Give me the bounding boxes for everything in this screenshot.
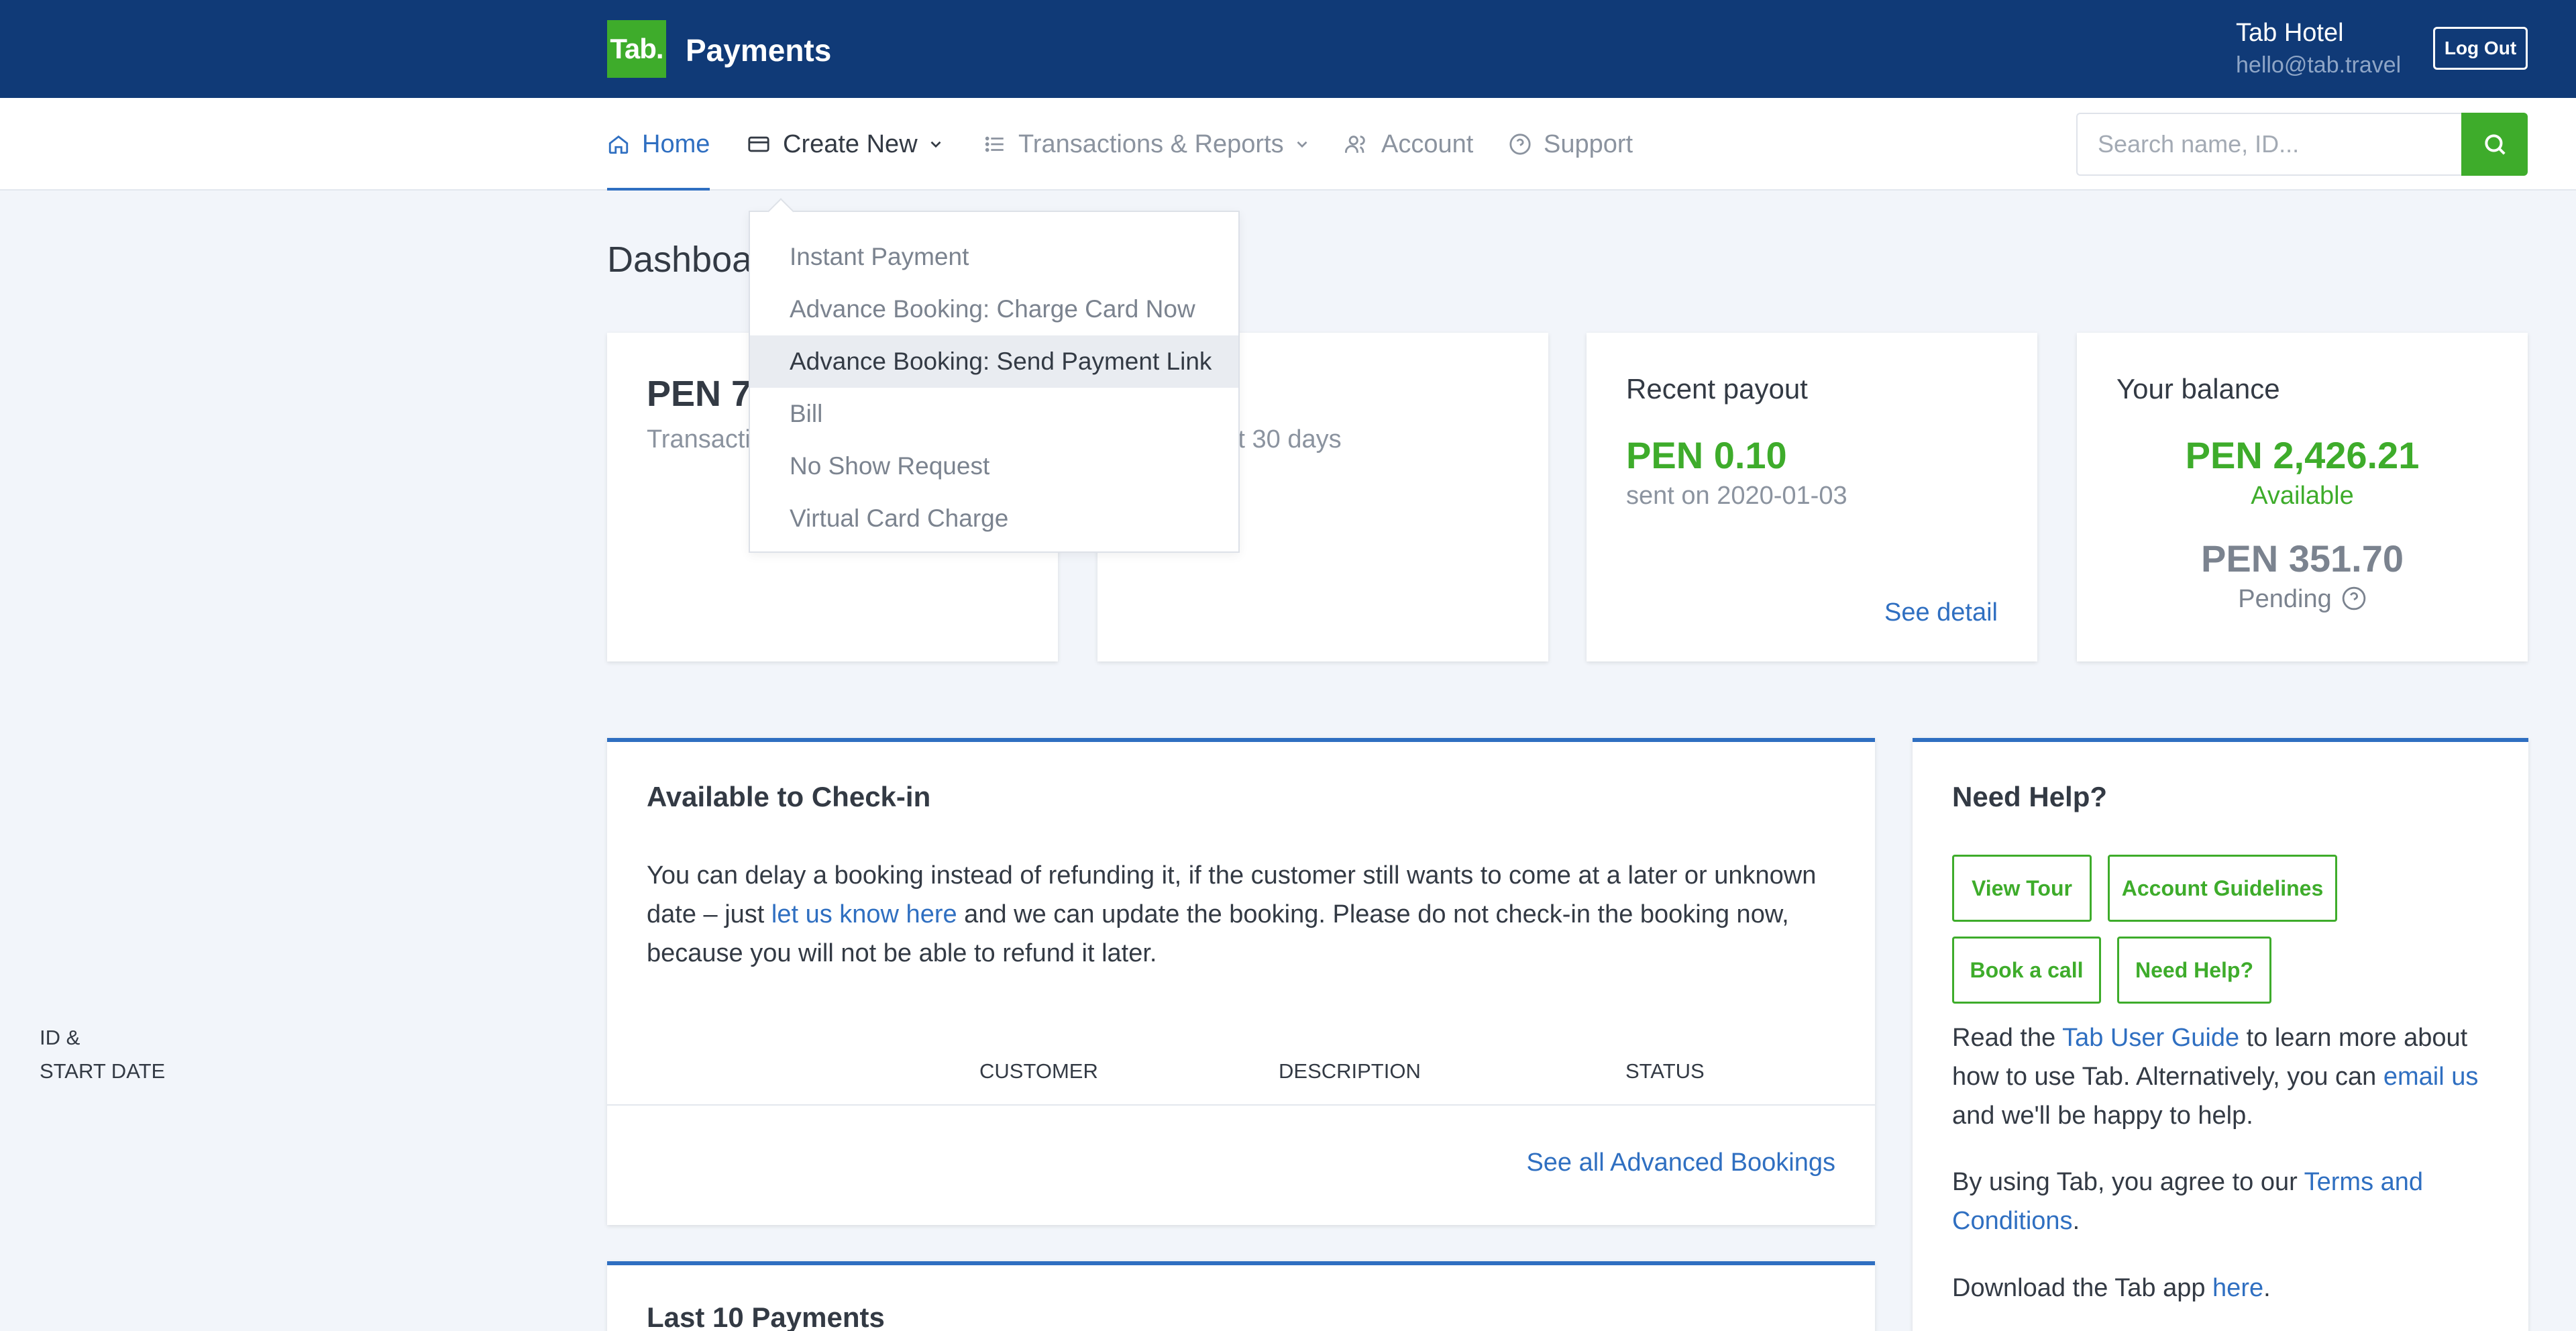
chevron-down-icon <box>1297 141 1307 148</box>
users-icon <box>1345 136 1365 153</box>
need-help-button[interactable]: Need Help? <box>2117 937 2271 1004</box>
nav-transactions-reports[interactable]: Transactions & Reports <box>983 98 1311 191</box>
menu-item-advance-charge-card[interactable]: Advance Booking: Charge Card Now <box>750 283 1238 335</box>
user-guide-link[interactable]: Tab User Guide <box>2062 1024 2239 1052</box>
nav-account[interactable]: Account <box>1344 98 1473 191</box>
search-button[interactable] <box>2461 113 2528 176</box>
card-icon <box>748 136 769 152</box>
available-balance-label: Available <box>2251 482 2354 510</box>
pending-balance-row: Pending <box>2077 585 2528 614</box>
top-bar: Tab. Payments Tab Hotel hello@tab.travel… <box>0 0 2576 98</box>
download-app-link[interactable]: here <box>2212 1274 2263 1302</box>
account-guidelines-button[interactable]: Account Guidelines <box>2108 855 2337 922</box>
pending-balance-amount: PEN 351.70 <box>2201 537 2404 580</box>
menu-item-advance-send-link[interactable]: Advance Booking: Send Payment Link <box>750 335 1238 388</box>
help-terms-text: By using Tab, you agree to our Terms and… <box>1952 1163 2489 1240</box>
see-detail-link[interactable]: See detail <box>1884 598 1998 627</box>
last-payments-title: Last 10 Payments <box>647 1301 885 1331</box>
menu-item-bill[interactable]: Bill <box>750 388 1238 440</box>
create-new-dropdown: Instant Payment Advance Booking: Charge … <box>749 211 1240 553</box>
nav-home[interactable]: Home <box>607 98 710 191</box>
nav-account-label: Account <box>1381 129 1474 158</box>
menu-item-no-show-request[interactable]: No Show Request <box>750 440 1238 492</box>
list-icon <box>985 136 1004 152</box>
checkin-title: Available to Check-in <box>647 781 931 812</box>
nav-support[interactable]: Support <box>1509 98 1633 191</box>
column-header-start-date: START DATE <box>40 1059 166 1083</box>
chevron-down-icon <box>930 141 941 148</box>
recent-payout-title: Recent payout <box>1626 373 1808 405</box>
help-title: Need Help? <box>1952 781 2108 812</box>
book-call-button[interactable]: Book a call <box>1952 937 2101 1004</box>
table-header-divider <box>607 1104 1875 1106</box>
balance-card: Your balance PEN 2,426.21 Available PEN … <box>2077 333 2528 661</box>
available-balance-amount: PEN 2,426.21 <box>2185 434 2420 476</box>
recent-payout-amount: PEN 0.10 <box>1626 434 1787 476</box>
pending-balance-label: Pending <box>2238 585 2332 613</box>
help-guide-text: Read the Tab User Guide to learn more ab… <box>1952 1018 2489 1135</box>
nav-create-new-label: Create New <box>783 129 918 158</box>
let-us-know-link[interactable]: let us know here <box>771 900 957 928</box>
checkin-description: You can delay a booking instead of refun… <box>647 856 1841 973</box>
nav-home-label: Home <box>642 129 710 158</box>
column-header-customer[interactable]: CUSTOMER <box>979 1055 1098 1088</box>
help-text-part: Download the Tab app <box>1952 1274 2213 1302</box>
recent-payout-date: sent on 2020-01-03 <box>1626 482 1847 510</box>
balance-title: Your balance <box>2116 373 2280 405</box>
see-all-bookings-link[interactable]: See all Advanced Bookings <box>1526 1149 1835 1177</box>
help-text-part: . <box>2072 1207 2080 1235</box>
main-nav: Home Create New Transactions & Reports A… <box>0 98 2576 191</box>
last-payments-panel: Last 10 Payments <box>607 1261 1875 1331</box>
logout-button[interactable]: Log Out <box>2433 27 2528 70</box>
help-download-text: Download the Tab app here. <box>1952 1269 2489 1308</box>
nav-transactions-label: Transactions & Reports <box>1018 129 1284 158</box>
menu-item-instant-payment[interactable]: Instant Payment <box>750 231 1238 283</box>
nav-support-label: Support <box>1544 129 1633 158</box>
user-name: Tab Hotel <box>2236 19 2344 47</box>
help-text-part: . <box>2263 1274 2271 1302</box>
transactions-caption: Transactio <box>647 425 765 454</box>
recent-payout-card: Recent payout PEN 0.10 sent on 2020-01-0… <box>1587 333 2037 661</box>
column-header-status[interactable]: STATUS <box>1625 1055 1705 1088</box>
tab-logo[interactable]: Tab. <box>607 20 666 78</box>
app-title: Payments <box>686 33 832 68</box>
help-panel: Need Help? View Tour Account Guidelines … <box>1913 738 2528 1331</box>
home-icon <box>608 135 629 154</box>
help-text-part: By using Tab, you agree to our <box>1952 1168 2304 1196</box>
nav-create-new[interactable]: Create New <box>747 98 945 191</box>
user-email: hello@tab.travel <box>2236 52 2402 78</box>
view-tour-button[interactable]: View Tour <box>1952 855 2092 922</box>
help-text-part: and we'll be happy to help. <box>1952 1102 2253 1130</box>
help-circle-icon[interactable] <box>2341 586 2367 611</box>
menu-item-virtual-card-charge[interactable]: Virtual Card Charge <box>750 492 1238 545</box>
search-icon <box>2484 134 2506 155</box>
help-text-part: Read the <box>1952 1024 2063 1052</box>
column-header-id-start-date[interactable]: ID & START DATE <box>40 1021 165 1088</box>
column-header-description[interactable]: DESCRIPTION <box>1279 1055 1421 1088</box>
email-us-link[interactable]: email us <box>2383 1063 2479 1091</box>
help-circle-icon <box>1509 134 1531 155</box>
search-input[interactable] <box>2076 113 2461 176</box>
column-header-id: ID & <box>40 1026 80 1049</box>
page-title: Dashboa <box>607 239 753 280</box>
checkin-panel: Available to Check-in You can delay a bo… <box>607 738 1875 1225</box>
